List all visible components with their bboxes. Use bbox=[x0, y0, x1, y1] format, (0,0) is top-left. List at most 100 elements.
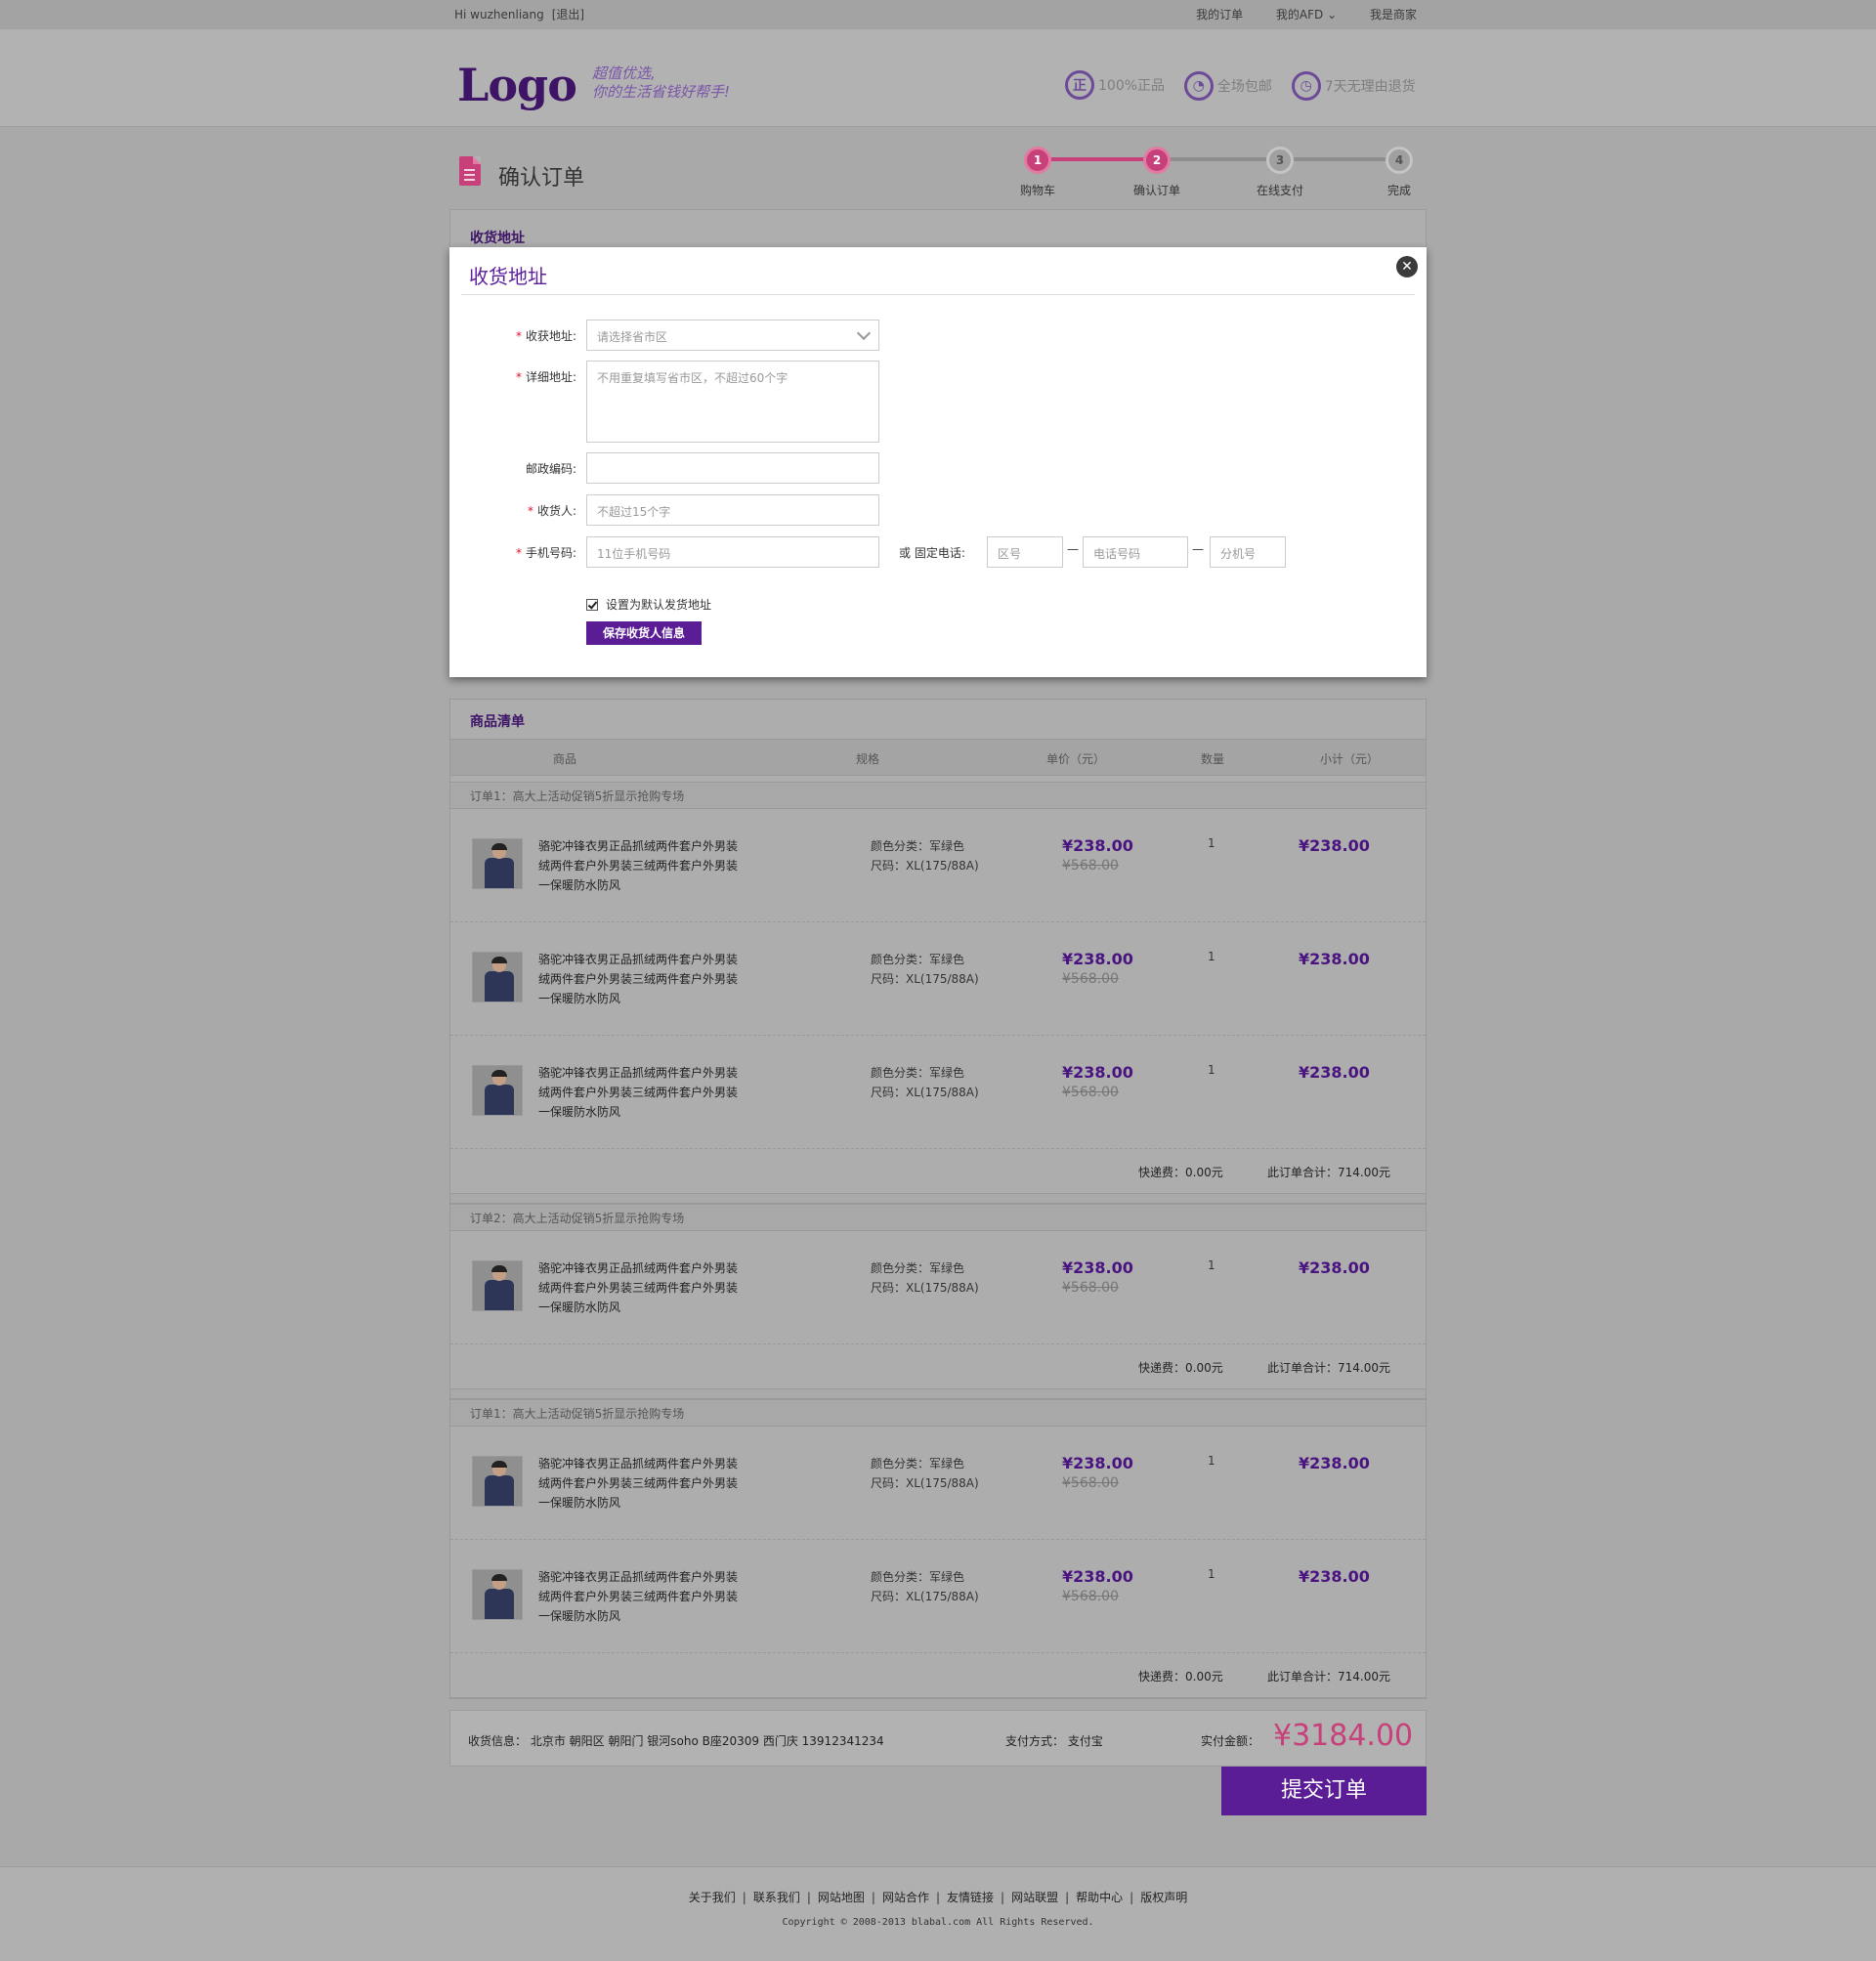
table-row: 骆驼冲锋衣男正品抓绒两件套户外男装绒两件套户外男装三绒两件套户外男装一保暖防水防… bbox=[450, 1231, 1426, 1344]
product-thumbnail[interactable] bbox=[472, 838, 523, 889]
landline-input[interactable]: 电话号码 bbox=[1083, 536, 1188, 568]
free-shipping-icon: ◔ bbox=[1183, 71, 1214, 101]
product-thumbnail[interactable] bbox=[472, 1260, 523, 1311]
shipping-fee: 快递费：0.00元 bbox=[1138, 1166, 1223, 1179]
site-logo[interactable]: Logo bbox=[457, 59, 577, 111]
zip-input[interactable] bbox=[586, 452, 879, 484]
top-links: 我的订单 我的AFD ⌄ 我是商家 bbox=[1167, 0, 1417, 29]
merchant-link[interactable]: 我是商家 bbox=[1370, 8, 1417, 21]
order-footer: 快递费：0.00元 此订单合计：714.00元 bbox=[450, 1344, 1426, 1389]
quantity: 1 bbox=[1208, 1063, 1215, 1077]
default-address-checkbox[interactable]: 设置为默认发货地址 bbox=[586, 596, 711, 613]
detail-label: 详细地址: bbox=[525, 370, 576, 384]
order-total: 此订单合计：714.00元 bbox=[1267, 1670, 1390, 1684]
return-clock-icon: ◷ bbox=[1291, 71, 1321, 101]
username: Hi wuzhenliang bbox=[454, 8, 544, 21]
footer-link[interactable]: 联系我们 bbox=[753, 1891, 800, 1904]
service-promises: 正 100%正品 ◔ 全场包邮 ◷ 7天无理由退货 bbox=[1065, 70, 1431, 102]
unit-price: ¥238.00 ¥568.00 bbox=[1062, 1258, 1133, 1296]
product-spec: 颜色分类：军绿色 尺码：XL(175/88A) bbox=[871, 953, 979, 986]
product-thumbnail[interactable] bbox=[472, 1065, 523, 1116]
mobile-input[interactable]: 11位手机号码 bbox=[586, 536, 879, 568]
quantity: 1 bbox=[1208, 1567, 1215, 1581]
mobile-label: 手机号码: bbox=[525, 546, 576, 560]
product-spec: 颜色分类：军绿色 尺码：XL(175/88A) bbox=[871, 1261, 979, 1295]
subtotal: ¥238.00 bbox=[1299, 836, 1370, 855]
site-footer: 关于我们 | 联系我们 | 网站地图 | 网站合作 | 友情链接 | 网站联盟 | 帮助中心 | 版权声明 … bbox=[0, 1866, 1876, 1961]
order-total: 此订单合计：714.00元 bbox=[1267, 1361, 1390, 1375]
order-header: 订单1：高大上活动促销5折显示抢购专场 bbox=[450, 1399, 1426, 1427]
product-thumbnail[interactable] bbox=[472, 952, 523, 1002]
table-row: 骆驼冲锋衣男正品抓绒两件套户外男装绒两件套户外男装三绒两件套户外男装一保暖防水防… bbox=[450, 1036, 1426, 1149]
unit-price: ¥238.00 ¥568.00 bbox=[1062, 950, 1133, 987]
phone-row: * 手机号码: 11位手机号码 或 固定电话: 区号 — 电话号码 — 分机号 bbox=[449, 536, 1427, 568]
my-orders-link[interactable]: 我的订单 bbox=[1196, 8, 1243, 21]
quantity: 1 bbox=[1208, 950, 1215, 963]
step-pay: 3 在线支付 bbox=[1241, 147, 1319, 198]
order-header: 订单2：高大上活动促销5折显示抢购专场 bbox=[450, 1204, 1426, 1231]
my-account-dropdown[interactable]: 我的AFD ⌄ bbox=[1276, 8, 1337, 21]
order-footer: 快递费：0.00元 此订单合计：714.00元 bbox=[450, 1653, 1426, 1698]
product-name[interactable]: 骆驼冲锋衣男正品抓绒两件套户外男装绒两件套户外男装三绒两件套户外男装一保暖防水防… bbox=[538, 836, 744, 895]
promise-label: 7天无理由退货 bbox=[1324, 79, 1416, 95]
table-row: 骆驼冲锋衣男正品抓绒两件套户外男装绒两件套户外男装三绒两件套户外男装一保暖防水防… bbox=[450, 922, 1426, 1036]
subtotal: ¥238.00 bbox=[1299, 1258, 1370, 1277]
area-code-input[interactable]: 区号 bbox=[987, 536, 1063, 568]
product-name[interactable]: 骆驼冲锋衣男正品抓绒两件套户外男装绒两件套户外男装三绒两件套户外男装一保暖防水防… bbox=[538, 1567, 744, 1626]
subtotal: ¥238.00 bbox=[1299, 1567, 1370, 1586]
slogan-line-2: 你的生活省钱好帮手! bbox=[592, 83, 731, 101]
region-row: * 收获地址: 请选择省市区 bbox=[449, 320, 1427, 351]
step-done: 4 完成 bbox=[1360, 147, 1438, 198]
subtotal: ¥238.00 bbox=[1299, 1063, 1370, 1082]
page-title: 确认订单 bbox=[498, 166, 585, 191]
slogan: 超值优选, 你的生活省钱好帮手! bbox=[592, 64, 730, 102]
table-row: 骆驼冲锋衣男正品抓绒两件套户外男装绒两件套户外男装三绒两件套户外男装一保暖防水防… bbox=[450, 1427, 1426, 1540]
product-spec: 颜色分类：军绿色 尺码：XL(175/88A) bbox=[871, 839, 979, 873]
detail-textarea[interactable]: 不用重复填写省市区，不超过60个字 bbox=[586, 361, 879, 443]
footer-links: 关于我们 | 联系我们 | 网站地图 | 网站合作 | 友情链接 | 网站联盟 | 帮助中心 | 版权声明 bbox=[688, 1891, 1188, 1904]
site-header: Logo 超值优选, 你的生活省钱好帮手! 正 100%正品 ◔ 全场包邮 ◷ 7天无… bbox=[0, 29, 1876, 127]
name-row: * 收货人: 不超过15个字 bbox=[449, 494, 1427, 526]
footer-link[interactable]: 网站地图 bbox=[818, 1891, 865, 1904]
footer-link[interactable]: 版权声明 bbox=[1140, 1891, 1187, 1904]
address-modal: 收货地址 ✕ * 收获地址: 请选择省市区 * 详细地址: 不用重复填写省市区，不超… bbox=[449, 247, 1427, 677]
product-name[interactable]: 骆驼冲锋衣男正品抓绒两件套户外男装绒两件套户外男装三绒两件套户外男装一保暖防水防… bbox=[538, 1258, 744, 1317]
user-greeting: Hi wuzhenliang [退出] bbox=[454, 0, 592, 29]
checkbox-label: 设置为默认发货地址 bbox=[606, 598, 712, 612]
extension-input[interactable]: 分机号 bbox=[1210, 536, 1286, 568]
region-label: 收获地址: bbox=[525, 329, 576, 343]
footer-link[interactable]: 网站联盟 bbox=[1011, 1891, 1058, 1904]
order-header: 订单1：高大上活动促销5折显示抢购专场 bbox=[450, 782, 1426, 809]
submit-order-button[interactable]: 提交订单 bbox=[1221, 1767, 1427, 1815]
top-bar: Hi wuzhenliang [退出] 我的订单 我的AFD ⌄ 我是商家 bbox=[0, 0, 1876, 29]
logout-link[interactable]: [退出] bbox=[552, 8, 584, 21]
consignee-input[interactable]: 不超过15个字 bbox=[586, 494, 879, 526]
zip-label: 邮政编码: bbox=[525, 462, 576, 476]
product-thumbnail[interactable] bbox=[472, 1456, 523, 1507]
title-row: 确认订单 1 购物车 2 确认订单 3 在线支付 4 完成 bbox=[449, 147, 1427, 209]
step-confirm: 2 确认订单 bbox=[1118, 147, 1196, 198]
footer-link[interactable]: 帮助中心 bbox=[1076, 1891, 1123, 1904]
document-icon bbox=[459, 156, 481, 186]
subtotal: ¥238.00 bbox=[1299, 1454, 1370, 1472]
product-name[interactable]: 骆驼冲锋衣男正品抓绒两件套户外男装绒两件套户外男装三绒两件套户外男装一保暖防水防… bbox=[538, 1063, 744, 1122]
footer-link[interactable]: 友情链接 bbox=[947, 1891, 994, 1904]
chevron-down-icon bbox=[856, 325, 872, 341]
checkbox-checked[interactable] bbox=[586, 598, 598, 611]
payment-method: 支付方式： 支付宝 bbox=[1005, 1734, 1103, 1748]
region-select[interactable]: 请选择省市区 bbox=[586, 320, 879, 351]
product-spec: 颜色分类：军绿色 尺码：XL(175/88A) bbox=[871, 1570, 979, 1603]
delivery-info: 收货信息： 北京市 朝阳区 朝阳门 银河soho B座20309 西门庆 139… bbox=[468, 1734, 884, 1748]
product-name[interactable]: 骆驼冲锋衣男正品抓绒两件套户外男装绒两件套户外男装三绒两件套户外男装一保暖防水防… bbox=[538, 950, 744, 1008]
promise-label: 全场包邮 bbox=[1216, 79, 1272, 95]
modal-title: 收货地址 bbox=[469, 265, 547, 288]
footer-link[interactable]: 关于我们 bbox=[689, 1891, 736, 1904]
save-address-button[interactable]: 保存收货人信息 bbox=[586, 621, 702, 645]
genuine-icon: 正 bbox=[1065, 70, 1094, 100]
footer-link[interactable]: 网站合作 bbox=[882, 1891, 929, 1904]
close-icon[interactable]: ✕ bbox=[1396, 256, 1418, 277]
product-name[interactable]: 骆驼冲锋衣男正品抓绒两件套户外男装绒两件套户外男装三绒两件套户外男装一保暖防水防… bbox=[538, 1454, 744, 1513]
product-thumbnail[interactable] bbox=[472, 1569, 523, 1620]
product-spec: 颜色分类：军绿色 尺码：XL(175/88A) bbox=[871, 1066, 979, 1099]
order-total: 此订单合计：714.00元 bbox=[1267, 1166, 1390, 1179]
